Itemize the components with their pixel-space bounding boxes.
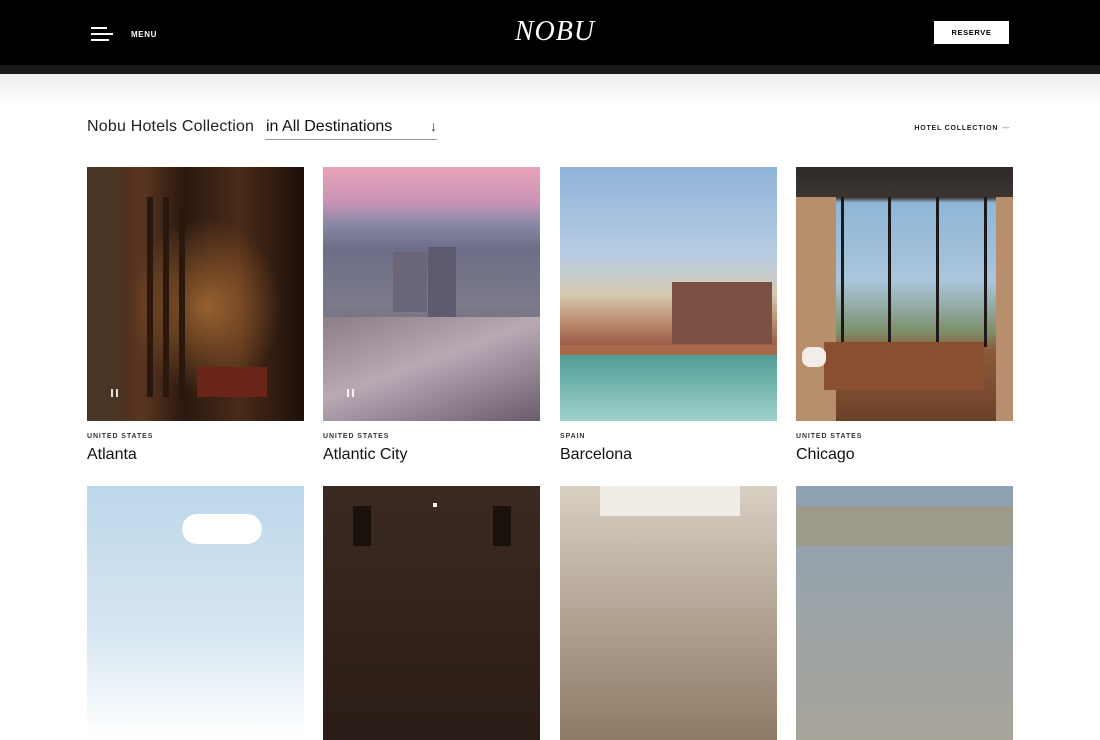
hotel-collection-label: HOTEL COLLECTION (914, 125, 999, 132)
pause-icon[interactable] (347, 389, 355, 397)
hotel-card-chicago[interactable]: UNITED STATES Chicago (796, 167, 1013, 464)
hotel-image (560, 486, 777, 740)
hotel-card[interactable] (560, 486, 777, 740)
hotel-city: Atlantic City (323, 446, 408, 463)
destination-value: in All Destinations (266, 118, 393, 135)
hotel-card-atlanta[interactable]: UNITED STATES Atlanta (87, 167, 304, 464)
hamburger-icon (91, 27, 113, 42)
hotel-country: UNITED STATES (87, 433, 154, 440)
hotel-city: Atlanta (87, 446, 137, 463)
arrow-down-icon: ↓ (430, 118, 437, 134)
hotel-country: UNITED STATES (796, 433, 863, 440)
hotel-image (87, 486, 304, 740)
hotel-card-atlantic-city[interactable]: UNITED STATES Atlantic City (323, 167, 540, 464)
hotel-card[interactable] (87, 486, 304, 740)
hotel-image (796, 486, 1013, 740)
hotel-card[interactable] (323, 486, 540, 740)
menu-label: MENU (131, 30, 157, 39)
hotel-city: Barcelona (560, 446, 633, 463)
header-shadow (0, 74, 1100, 108)
hotel-image-chicago (796, 167, 1013, 421)
destination-select[interactable]: in All Destinations ↓ (265, 118, 437, 140)
hotel-image (323, 486, 540, 740)
hotel-image-atlantic-city (323, 167, 540, 421)
hotel-country: SPAIN (560, 433, 586, 440)
hotel-country: UNITED STATES (323, 433, 390, 440)
nobu-logo[interactable]: NOBU (497, 16, 613, 48)
reserve-button[interactable]: RESERVE (934, 21, 1009, 44)
hotel-card-barcelona[interactable]: SPAIN Barcelona (560, 167, 777, 464)
hotel-image-atlanta (87, 167, 304, 421)
pause-icon[interactable] (111, 389, 119, 397)
arrow-right-icon: — (1002, 125, 1010, 132)
collection-title: Nobu Hotels Collection (87, 118, 255, 135)
header-divider (0, 65, 1100, 74)
hotel-collection-link[interactable]: HOTEL COLLECTION — (914, 125, 1010, 132)
hotel-city: Chicago (796, 446, 855, 463)
menu-button[interactable]: MENU (91, 27, 157, 42)
hotel-card[interactable] (796, 486, 1013, 740)
hotel-image-barcelona (560, 167, 777, 421)
site-header: MENU NOBU RESERVE (0, 0, 1100, 65)
